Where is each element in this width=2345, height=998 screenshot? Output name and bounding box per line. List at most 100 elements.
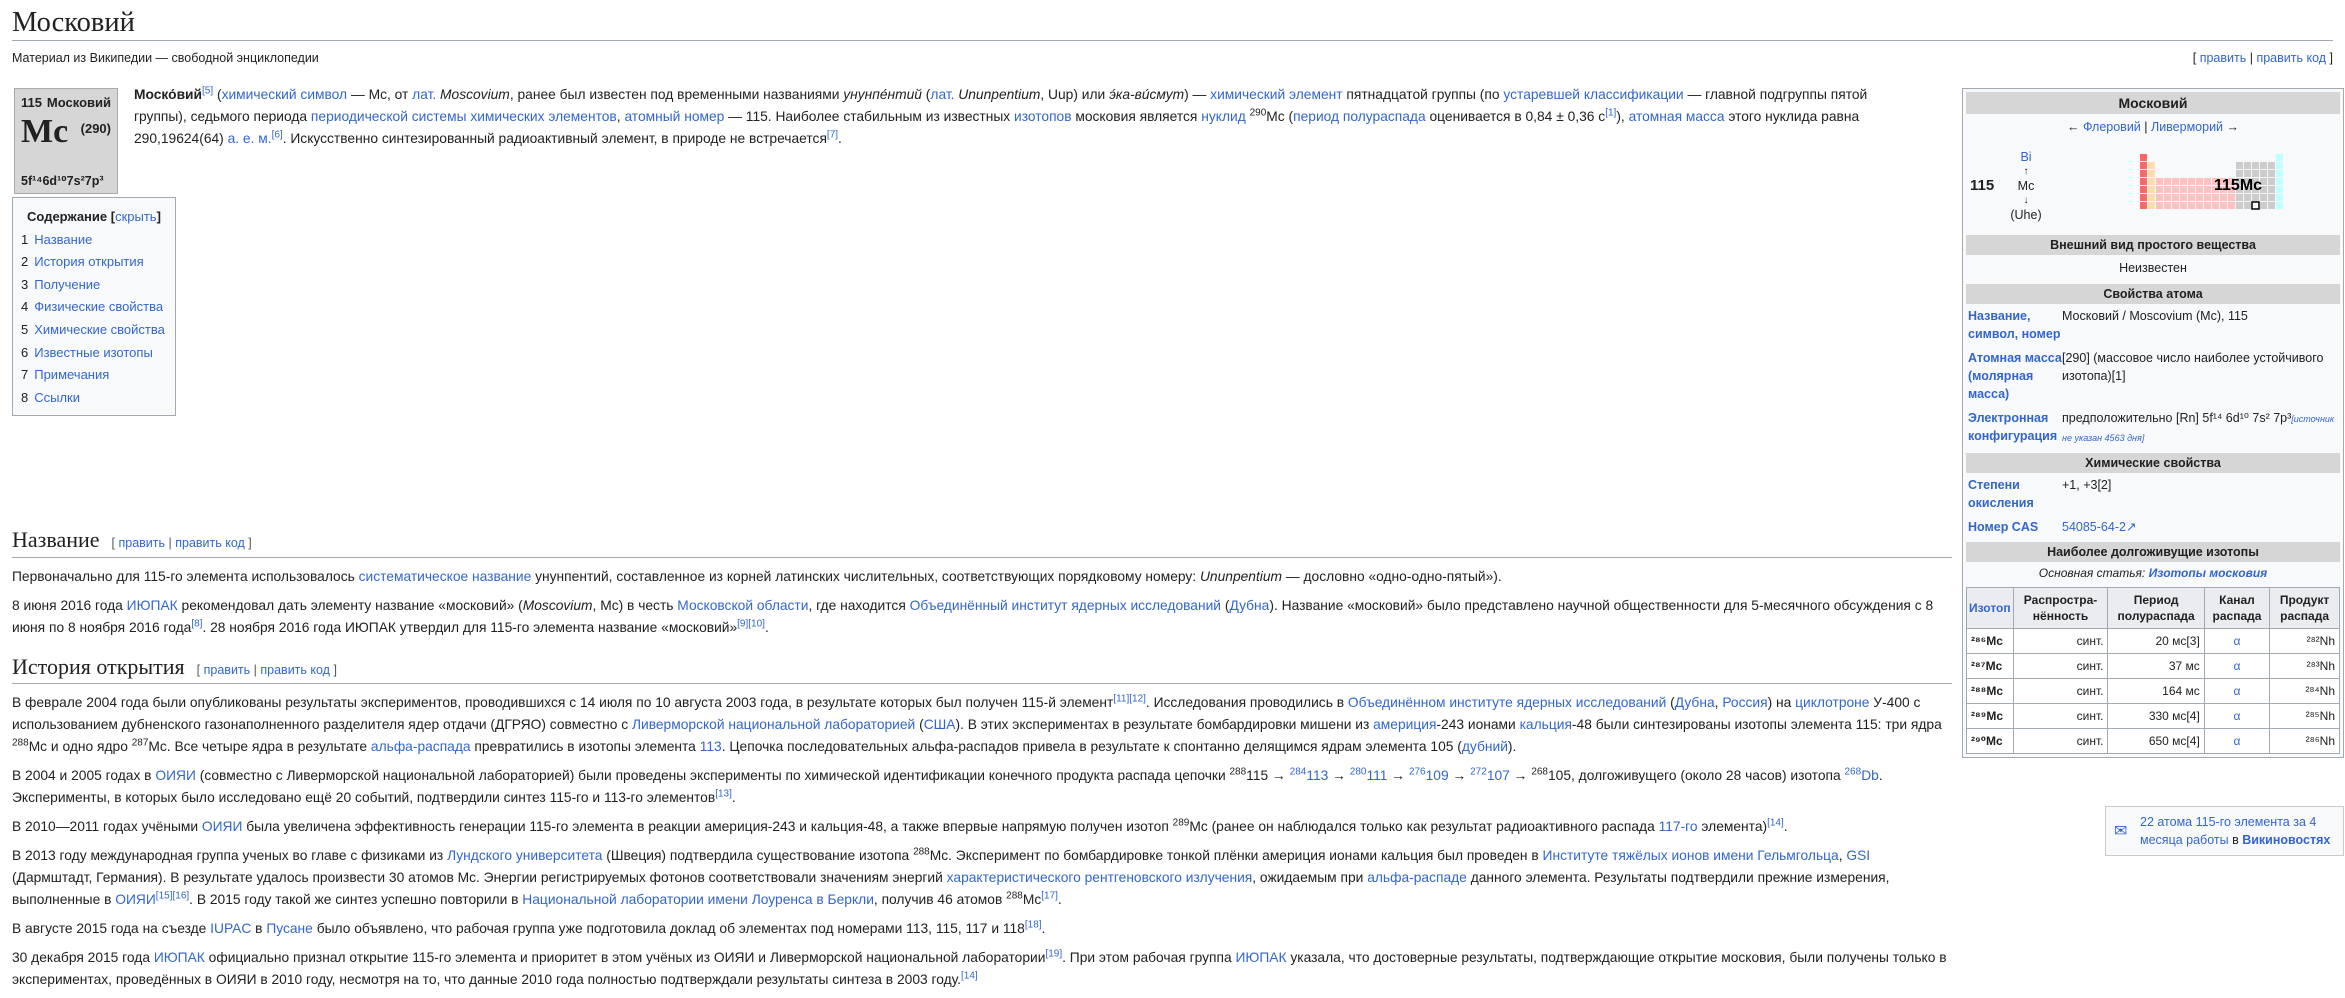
link[interactable]: 113 xyxy=(700,739,722,754)
link[interactable]: характеристического рентгеновского излуч… xyxy=(947,870,1253,885)
above-element-link[interactable]: Bi xyxy=(1996,148,2056,167)
link[interactable]: [5] xyxy=(202,85,213,96)
toc-label[interactable]: Название xyxy=(34,232,92,247)
toc-label[interactable]: Примечания xyxy=(34,367,109,382)
row-key[interactable]: Название, символ, номер xyxy=(1968,307,2062,343)
mini-periodic-table[interactable]: 115Mc xyxy=(2056,146,2318,226)
link[interactable]: IUPAC xyxy=(210,921,251,936)
toc-label[interactable]: Физические свойства xyxy=(34,299,163,314)
link[interactable]: 280 xyxy=(1350,767,1367,778)
link[interactable]: [1] xyxy=(1605,107,1616,118)
link[interactable]: [14] xyxy=(961,971,978,982)
toc-item[interactable]: 2 История открытия xyxy=(21,251,167,274)
link[interactable]: химический элемент xyxy=(1210,87,1342,102)
link[interactable]: лат. xyxy=(412,87,436,102)
link[interactable]: альфа-распаде xyxy=(1367,870,1467,885)
link[interactable]: Объединённом институте ядерных исследова… xyxy=(1348,695,1666,710)
link[interactable]: систематическое название xyxy=(359,569,532,584)
edit-code-link[interactable]: править код xyxy=(175,536,245,550)
link[interactable]: [19] xyxy=(1045,949,1062,960)
link[interactable]: дубний xyxy=(1462,739,1508,754)
column-header[interactable]: Изотоп xyxy=(1966,587,2014,629)
link[interactable]: [6] xyxy=(272,129,283,140)
toc-item[interactable]: 7 Примечания xyxy=(21,364,167,387)
toc-item[interactable]: 3 Получение xyxy=(21,274,167,297)
link[interactable]: [17] xyxy=(1041,891,1058,902)
link[interactable]: Россия xyxy=(1722,695,1767,710)
link[interactable]: 272 xyxy=(1470,767,1487,778)
wikinews-project-link[interactable]: Викиновостях xyxy=(2242,833,2330,847)
link[interactable]: Лундского университета xyxy=(447,848,602,863)
link[interactable]: 276 xyxy=(1409,767,1426,778)
link[interactable]: GSI xyxy=(1846,848,1870,863)
link[interactable]: Ливерморской национальной лабораторией xyxy=(632,717,915,732)
edit-link[interactable]: править xyxy=(118,536,165,550)
link[interactable]: ИЮПАК xyxy=(154,950,205,965)
link[interactable]: 284 xyxy=(1290,767,1307,778)
link[interactable]: циклотроне xyxy=(1795,695,1869,710)
toc-item[interactable]: 4 Физические свойства xyxy=(21,296,167,319)
prev-element-link[interactable]: Флеровий xyxy=(2083,120,2141,134)
link[interactable]: Дубна xyxy=(1229,598,1269,613)
next-element-link[interactable]: Ливерморий xyxy=(2151,120,2223,134)
row-key[interactable]: Степени окисления xyxy=(1968,476,2062,512)
link[interactable]: Пусане xyxy=(266,921,313,936)
link[interactable]: атомный номер xyxy=(624,109,724,124)
toc-label[interactable]: Химические свойства xyxy=(34,322,165,337)
row-key[interactable]: Электронная конфигурация xyxy=(1968,409,2062,447)
table-cell[interactable]: α xyxy=(2203,628,2271,654)
cas-link[interactable]: 54085-64-2↗ xyxy=(2062,518,2338,536)
link[interactable]: [11][12] xyxy=(1113,694,1146,705)
link[interactable]: ИЮПАК xyxy=(127,598,178,613)
toc-item[interactable]: 5 Химические свойства xyxy=(21,319,167,342)
link[interactable]: 268 xyxy=(1845,767,1862,778)
link[interactable]: период полураспада xyxy=(1293,109,1426,124)
link[interactable]: [14] xyxy=(1767,818,1784,829)
toc-item[interactable]: 6 Известные изотопы xyxy=(21,342,167,365)
toc-item[interactable]: 1 Название xyxy=(21,229,167,252)
link[interactable]: изотопов xyxy=(1014,109,1072,124)
toc-label[interactable]: Известные изотопы xyxy=(34,345,153,360)
link[interactable]: америция xyxy=(1373,717,1436,732)
edit-code-link[interactable]: править код xyxy=(260,663,330,677)
link[interactable]: лат. xyxy=(930,87,954,102)
link[interactable]: ОИЯИ xyxy=(155,768,196,783)
link[interactable]: периодической системы химических элемент… xyxy=(311,109,617,124)
link[interactable]: [7] xyxy=(827,129,838,140)
toc-label[interactable]: Ссылки xyxy=(34,390,80,405)
link[interactable]: [15][16] xyxy=(156,891,189,902)
link[interactable]: химический символ xyxy=(222,87,348,102)
toc-label[interactable]: Получение xyxy=(34,277,100,292)
link[interactable]: [13] xyxy=(715,789,732,800)
link[interactable]: Институте тяжёлых ионов имени Гельмгольц… xyxy=(1543,848,1839,863)
toc-label[interactable]: История открытия xyxy=(34,254,143,269)
table-cell[interactable]: α xyxy=(2203,728,2271,754)
link[interactable]: 107 xyxy=(1487,768,1510,783)
link[interactable]: [8] xyxy=(191,618,202,629)
table-cell[interactable]: α xyxy=(2203,703,2271,729)
link[interactable]: альфа-распада xyxy=(371,739,471,754)
link[interactable]: Дубна xyxy=(1675,695,1715,710)
link[interactable]: [9][10] xyxy=(737,618,765,629)
link[interactable]: атомная масса xyxy=(1629,109,1725,124)
link[interactable]: Национальной лаборатории имени Лоуренса … xyxy=(522,892,874,907)
edit-link[interactable]: править xyxy=(2200,51,2247,65)
link[interactable]: кальция xyxy=(1520,717,1572,732)
link[interactable]: Db xyxy=(1861,768,1879,783)
row-key[interactable]: Атомная масса (молярная масса) xyxy=(1968,349,2062,403)
link[interactable]: 111 xyxy=(1366,768,1387,783)
link[interactable]: ОИЯИ xyxy=(202,819,243,834)
link[interactable]: США xyxy=(924,717,956,732)
table-cell[interactable]: α xyxy=(2203,678,2271,704)
row-key[interactable]: Номер CAS xyxy=(1968,518,2062,536)
toc-hide-link[interactable]: скрыть xyxy=(115,209,157,224)
table-cell[interactable]: α xyxy=(2203,653,2271,679)
link[interactable]: Московской области xyxy=(677,598,808,613)
link[interactable]: нуклид xyxy=(1201,109,1246,124)
toc-item[interactable]: 8 Ссылки xyxy=(21,387,167,410)
link[interactable]: Объединённый институт ядерных исследован… xyxy=(910,598,1221,613)
link[interactable]: 117-го xyxy=(1659,819,1698,834)
isotopes-article-link[interactable]: Изотопы московия xyxy=(2149,566,2268,580)
link[interactable]: 109 xyxy=(1426,768,1449,783)
link[interactable]: ОИЯИ xyxy=(115,892,156,907)
